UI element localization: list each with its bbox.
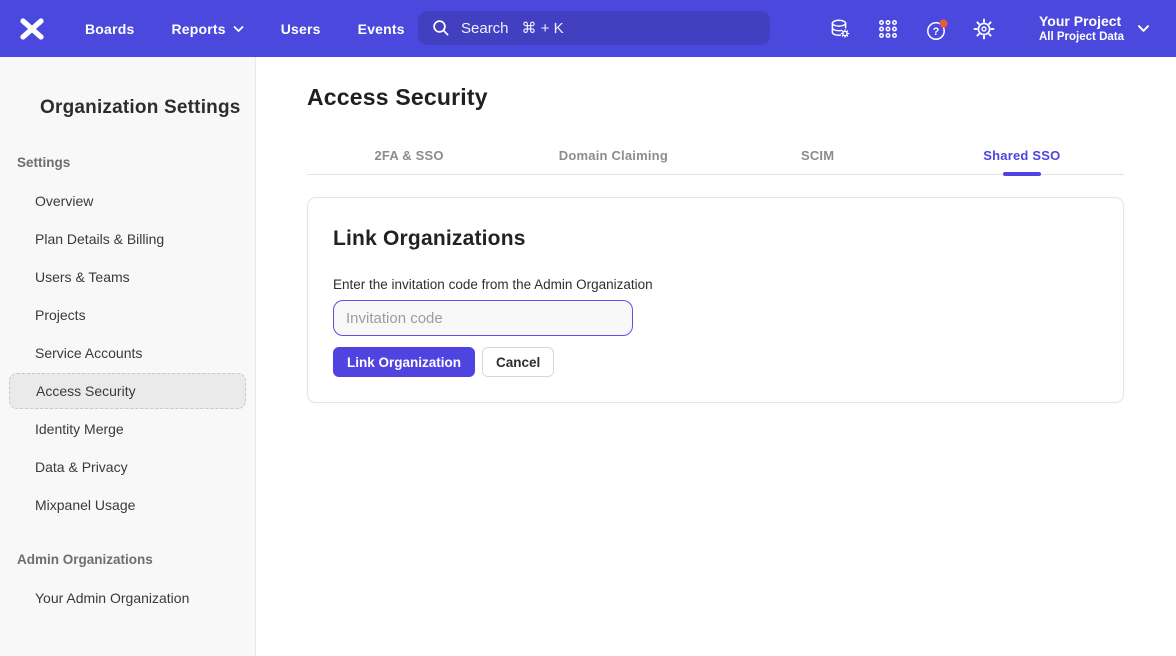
tab-scim[interactable]: SCIM <box>716 129 920 174</box>
sidebar-item-users-teams[interactable]: Users & Teams <box>0 258 255 296</box>
search-shortcut: ⌘ + K <box>522 19 564 37</box>
link-organization-button[interactable]: Link Organization <box>333 347 475 377</box>
project-meta: Your Project All Project Data <box>1039 13 1124 45</box>
nav-item-events[interactable]: Events <box>358 21 405 37</box>
sidebar-title: Organization Settings <box>40 97 255 119</box>
chevron-down-icon <box>233 25 244 33</box>
tab-domain-claiming[interactable]: Domain Claiming <box>511 129 715 174</box>
sidebar-item-identity-merge[interactable]: Identity Merge <box>0 410 255 448</box>
settings-sidebar: Organization Settings Settings Overview … <box>0 57 256 656</box>
project-name: Your Project <box>1039 13 1124 31</box>
nav-item-label: Events <box>358 21 405 37</box>
sidebar-section-settings: Settings <box>17 155 255 170</box>
svg-text:?: ? <box>933 26 940 38</box>
main-content: Access Security 2FA & SSO Domain Claimin… <box>256 57 1176 656</box>
cancel-button[interactable]: Cancel <box>482 347 554 377</box>
invitation-code-input[interactable] <box>333 300 633 336</box>
project-switcher[interactable]: Your Project All Project Data <box>1039 13 1150 45</box>
button-row: Link Organization Cancel <box>333 347 1098 377</box>
link-organizations-card: Link Organizations Enter the invitation … <box>307 197 1124 403</box>
tab-2fa-sso[interactable]: 2FA & SSO <box>307 129 511 174</box>
mixpanel-logo-icon[interactable] <box>18 15 46 43</box>
top-navbar: Boards Reports Users Events Search ⌘ + K <box>0 0 1176 57</box>
primary-nav: Boards Reports Users Events <box>85 21 405 37</box>
page-title: Access Security <box>307 84 1124 111</box>
nav-item-boards[interactable]: Boards <box>85 21 134 37</box>
sidebar-item-service-accounts[interactable]: Service Accounts <box>0 334 255 372</box>
sidebar-section-admin-organizations: Admin Organizations <box>17 552 255 567</box>
data-management-icon[interactable] <box>829 18 851 40</box>
sidebar-item-projects[interactable]: Projects <box>0 296 255 334</box>
search-icon <box>432 19 450 37</box>
apps-grid-icon[interactable] <box>877 18 899 40</box>
sidebar-item-mixpanel-usage[interactable]: Mixpanel Usage <box>0 486 255 524</box>
help-icon[interactable]: ? <box>925 18 947 40</box>
nav-item-label: Users <box>281 21 321 37</box>
search-input[interactable]: Search ⌘ + K <box>418 11 770 45</box>
invitation-code-label: Enter the invitation code from the Admin… <box>333 277 1098 292</box>
card-title: Link Organizations <box>333 227 1098 251</box>
sidebar-item-your-admin-organization[interactable]: Your Admin Organization <box>0 579 255 617</box>
sidebar-item-access-security[interactable]: Access Security <box>9 373 246 409</box>
sidebar-item-plan-details-billing[interactable]: Plan Details & Billing <box>0 220 255 258</box>
sidebar-item-overview[interactable]: Overview <box>0 182 255 220</box>
sidebar-item-data-privacy[interactable]: Data & Privacy <box>0 448 255 486</box>
tab-bar: 2FA & SSO Domain Claiming SCIM Shared SS… <box>307 129 1124 175</box>
chevron-down-icon <box>1137 24 1150 33</box>
tab-shared-sso[interactable]: Shared SSO <box>920 129 1124 174</box>
navbar-right-group: ? Your Project All Project Data <box>829 0 1176 57</box>
nav-item-reports[interactable]: Reports <box>171 21 243 37</box>
nav-item-label: Reports <box>171 21 225 37</box>
nav-item-label: Boards <box>85 21 134 37</box>
project-subtitle: All Project Data <box>1039 30 1124 44</box>
search-placeholder: Search <box>461 20 509 37</box>
nav-item-users[interactable]: Users <box>281 21 321 37</box>
settings-gear-icon[interactable] <box>973 18 995 40</box>
